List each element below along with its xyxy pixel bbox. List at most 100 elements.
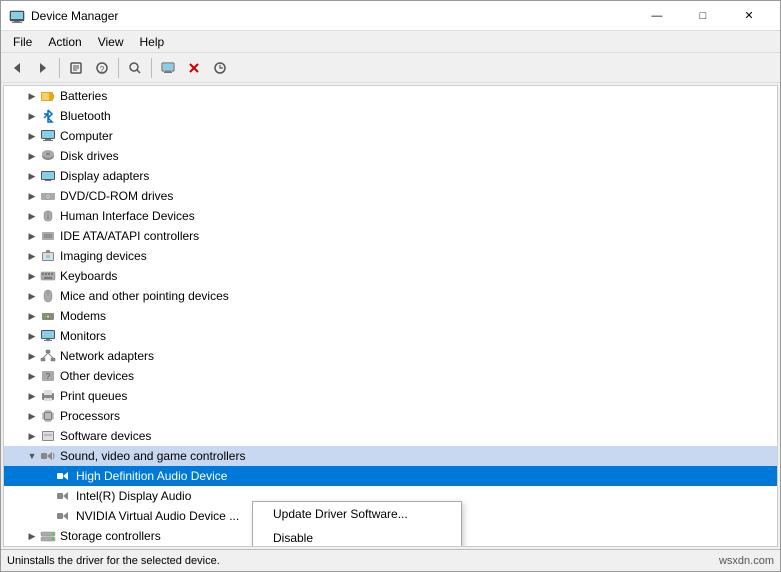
- expand-bluetooth[interactable]: ▶: [24, 108, 40, 124]
- tree-item-highdefinition[interactable]: High Definition Audio Device: [4, 466, 777, 486]
- toolbar-separator-3: [151, 58, 152, 78]
- icon-mice: [40, 288, 56, 304]
- tree-item-dvd[interactable]: ▶ DVD/CD-ROM drives: [4, 186, 777, 206]
- expand-other[interactable]: ▶: [24, 368, 40, 384]
- expand-network[interactable]: ▶: [24, 348, 40, 364]
- menu-file[interactable]: File: [5, 33, 40, 51]
- icon-nvidiavirtual: [56, 508, 72, 524]
- svg-text:?: ?: [100, 65, 105, 74]
- help-toolbar-button[interactable]: ?: [90, 56, 114, 80]
- tree-item-soundvideo[interactable]: ▼ Sound, video and game controllers: [4, 446, 777, 466]
- icon-storage: [40, 528, 56, 544]
- menu-bar: File Action View Help: [1, 31, 780, 53]
- label-ide: IDE ATA/ATAPI controllers: [60, 229, 199, 243]
- expand-ide[interactable]: ▶: [24, 228, 40, 244]
- search-button[interactable]: [123, 56, 147, 80]
- label-processors: Processors: [60, 409, 120, 423]
- update-driver-button[interactable]: [156, 56, 180, 80]
- ctx-disable[interactable]: Disable: [253, 526, 461, 547]
- expand-modems[interactable]: ▶: [24, 308, 40, 324]
- icon-imaging: [40, 248, 56, 264]
- expand-batteries[interactable]: ▶: [24, 88, 40, 104]
- expand-printqueues[interactable]: ▶: [24, 388, 40, 404]
- icon-dvd: [40, 188, 56, 204]
- tree-item-processors[interactable]: ▶: [4, 406, 777, 426]
- tree-item-softwaredevices[interactable]: ▶ Software devices: [4, 426, 777, 446]
- label-monitors: Monitors: [60, 329, 106, 343]
- icon-other: ?: [40, 368, 56, 384]
- label-bluetooth: Bluetooth: [60, 109, 111, 123]
- label-hid: Human Interface Devices: [60, 209, 195, 223]
- icon-diskdrives: [40, 148, 56, 164]
- tree-item-ide[interactable]: ▶ IDE ATA/ATAPI controllers: [4, 226, 777, 246]
- menu-view[interactable]: View: [90, 33, 132, 51]
- device-tree[interactable]: ▶ Batteries ▶ Bluetooth ▶: [3, 85, 778, 547]
- expand-keyboards[interactable]: ▶: [24, 268, 40, 284]
- icon-highdefinition: [56, 468, 72, 484]
- tree-item-displayadapters[interactable]: ▶ Display adapters: [4, 166, 777, 186]
- label-imaging: Imaging devices: [60, 249, 147, 263]
- icon-network: [40, 348, 56, 364]
- tree-item-imaging[interactable]: ▶ Imaging devices: [4, 246, 777, 266]
- expand-soundvideo[interactable]: ▼: [24, 448, 40, 464]
- tree-item-batteries[interactable]: ▶ Batteries: [4, 86, 777, 106]
- expand-mice[interactable]: ▶: [24, 288, 40, 304]
- tree-item-other[interactable]: ▶ ? Other devices: [4, 366, 777, 386]
- expand-diskdrives[interactable]: ▶: [24, 148, 40, 164]
- expand-monitors[interactable]: ▶: [24, 328, 40, 344]
- menu-help[interactable]: Help: [132, 33, 173, 51]
- main-content: ▶ Batteries ▶ Bluetooth ▶: [1, 83, 780, 549]
- label-mice: Mice and other pointing devices: [60, 289, 229, 303]
- icon-computer: [40, 128, 56, 144]
- tree-item-keyboards[interactable]: ▶ Keyboards: [4, 266, 777, 286]
- tree-item-modems[interactable]: ▶ Modems: [4, 306, 777, 326]
- label-diskdrives: Disk drives: [60, 149, 119, 163]
- toolbar-separator-2: [118, 58, 119, 78]
- expand-storage[interactable]: ▶: [24, 528, 40, 544]
- svg-text:?: ?: [46, 372, 51, 381]
- context-menu: Update Driver Software... Disable Uninst…: [252, 501, 462, 547]
- label-dvd: DVD/CD-ROM drives: [60, 189, 173, 203]
- tree-item-network[interactable]: ▶ Network adapters: [4, 346, 777, 366]
- status-text: Uninstalls the driver for the selected d…: [7, 555, 220, 567]
- label-other: Other devices: [60, 369, 134, 383]
- app-icon: [9, 8, 25, 24]
- tree-item-systemdevices[interactable]: ▶ System devices: [4, 546, 777, 547]
- expand-hid[interactable]: ▶: [24, 208, 40, 224]
- scan-changes-button[interactable]: [208, 56, 232, 80]
- minimize-button[interactable]: —: [634, 6, 680, 26]
- expand-computer[interactable]: ▶: [24, 128, 40, 144]
- expand-imaging[interactable]: ▶: [24, 248, 40, 264]
- expand-dvd[interactable]: ▶: [24, 188, 40, 204]
- toolbar-separator-1: [59, 58, 60, 78]
- title-bar: Device Manager — □ ✕: [1, 1, 780, 31]
- ctx-update-driver[interactable]: Update Driver Software...: [253, 502, 461, 526]
- expand-displayadapters[interactable]: ▶: [24, 168, 40, 184]
- tree-item-printqueues[interactable]: ▶ Print queues: [4, 386, 777, 406]
- device-manager-window: Device Manager — □ ✕ File Action View He…: [0, 0, 781, 572]
- label-modems: Modems: [60, 309, 106, 323]
- icon-bluetooth: [40, 108, 56, 124]
- brand-text: wsxdn.com: [719, 555, 774, 567]
- tree-item-computer[interactable]: ▶ Computer: [4, 126, 777, 146]
- icon-modems: [40, 308, 56, 324]
- back-button[interactable]: [5, 56, 29, 80]
- label-keyboards: Keyboards: [60, 269, 117, 283]
- tree-item-hid[interactable]: ▶ Human Interface Devices: [4, 206, 777, 226]
- tree-item-mice[interactable]: ▶ Mice and other pointing devices: [4, 286, 777, 306]
- forward-button[interactable]: [31, 56, 55, 80]
- close-button[interactable]: ✕: [726, 6, 772, 26]
- expand-processors[interactable]: ▶: [24, 408, 40, 424]
- icon-displayadapters: [40, 168, 56, 184]
- label-network: Network adapters: [60, 349, 154, 363]
- tree-item-diskdrives[interactable]: ▶ Disk drives: [4, 146, 777, 166]
- expand-softwaredevices[interactable]: ▶: [24, 428, 40, 444]
- uninstall-button[interactable]: [182, 56, 206, 80]
- menu-action[interactable]: Action: [40, 33, 89, 51]
- maximize-button[interactable]: □: [680, 6, 726, 26]
- tree-item-bluetooth[interactable]: ▶ Bluetooth: [4, 106, 777, 126]
- label-soundvideo: Sound, video and game controllers: [60, 449, 245, 463]
- properties-toolbar-button[interactable]: [64, 56, 88, 80]
- tree-item-monitors[interactable]: ▶ Monitors: [4, 326, 777, 346]
- icon-inteldisplay: [56, 488, 72, 504]
